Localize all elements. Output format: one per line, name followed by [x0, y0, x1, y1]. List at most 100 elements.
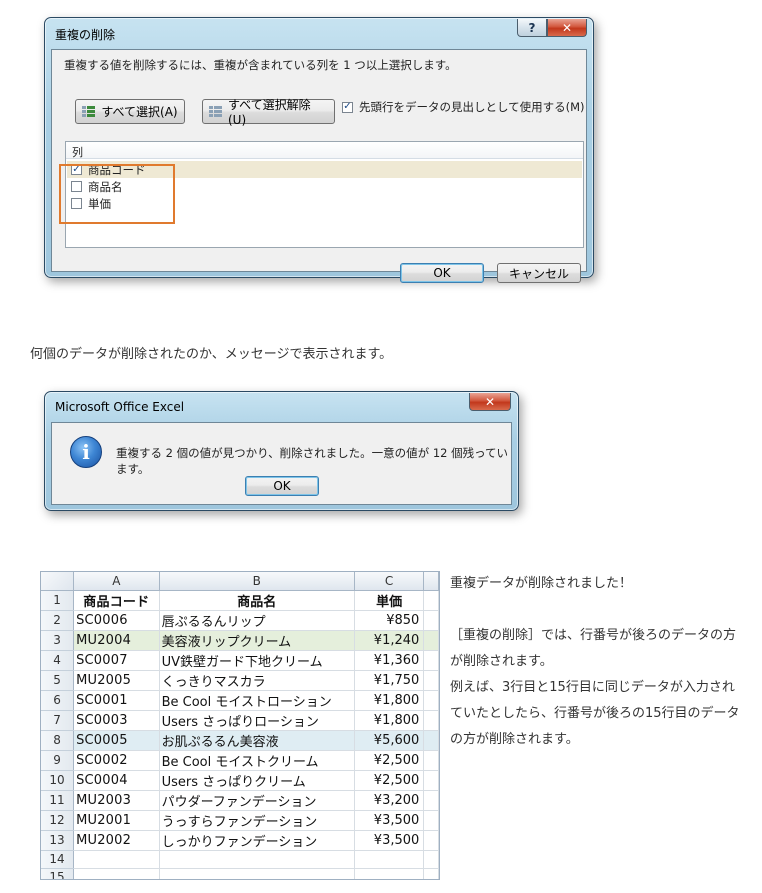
column-label: 単価 [88, 196, 111, 211]
cell-product-code[interactable]: MU2005 [73, 670, 160, 691]
cell-unit-price[interactable] [354, 868, 425, 879]
cell-product-code[interactable]: SC0007 [73, 650, 160, 671]
cell-product-code[interactable]: SC0004 [73, 770, 160, 791]
column-item-product-name[interactable]: 商品名 [67, 178, 582, 195]
cell-unit-price[interactable] [354, 850, 425, 869]
row-header[interactable]: 13 [41, 830, 75, 851]
header-row-checkbox[interactable]: ✓ [342, 101, 353, 113]
cell-empty[interactable] [423, 850, 439, 869]
cell-product-name[interactable]: パウダーファンデーション [159, 790, 355, 811]
row-header[interactable]: 11 [41, 790, 75, 811]
column-item-unit-price[interactable]: 単価 [67, 195, 582, 212]
ok-button[interactable]: OK [400, 263, 484, 283]
column-header-b[interactable]: B [159, 572, 355, 591]
cell-empty[interactable] [423, 770, 439, 791]
cell-product-name[interactable]: Users さっぱりクリーム [159, 770, 355, 791]
row-header[interactable]: 9 [41, 750, 75, 771]
dialog-body: 重複する値を削除するには、重複が含まれている列を 1 つ以上選択します。 すべて… [51, 49, 587, 283]
cell-product-name[interactable]: Be Cool モイストローション [159, 690, 355, 711]
cell-empty[interactable] [423, 868, 439, 879]
cell-unit-price[interactable]: ¥3,500 [354, 830, 425, 851]
cell-product-name[interactable]: Users さっぱりローション [159, 710, 355, 731]
cell-unit-price[interactable]: ¥1,360 [354, 650, 425, 671]
cell-unit-price[interactable]: ¥3,200 [354, 790, 425, 811]
column-checkbox-unit-price[interactable] [71, 198, 82, 209]
cell-product-code[interactable]: MU2002 [73, 830, 160, 851]
header-row-option[interactable]: ✓ 先頭行をデータの見出しとして使用する(M) [342, 99, 585, 115]
cell-product-name[interactable] [159, 868, 355, 879]
row-header[interactable]: 5 [41, 670, 75, 691]
cell-product-name[interactable]: 唇ぷるるんリップ [159, 610, 355, 631]
cell-product-code[interactable]: MU2003 [73, 790, 160, 811]
cell-product-code[interactable] [73, 850, 160, 869]
row-header[interactable]: 15 [41, 868, 75, 879]
cancel-button[interactable]: キャンセル [497, 263, 581, 283]
close-button[interactable]: ✕ [469, 393, 511, 411]
select-all-corner[interactable] [41, 572, 75, 591]
cell-empty[interactable] [423, 690, 439, 711]
cell-product-name[interactable]: 美容液リップクリーム [159, 630, 355, 651]
cell-product-code[interactable]: SC0001 [73, 690, 160, 711]
cell-empty[interactable] [423, 810, 439, 831]
select-all-button[interactable]: すべて選択(A) [75, 99, 185, 124]
cell-product-code[interactable]: MU2004 [73, 630, 160, 651]
column-header-c[interactable]: C [354, 572, 425, 591]
close-button[interactable]: ✕ [547, 19, 587, 37]
cell-empty[interactable] [423, 630, 439, 651]
column-checkbox-product-code[interactable]: ✓ [71, 164, 82, 175]
ok-button[interactable]: OK [245, 476, 319, 496]
cell-product-name[interactable]: UV鉄壁ガード下地クリーム [159, 650, 355, 671]
column-item-product-code[interactable]: ✓ 商品コード [67, 161, 582, 178]
row-header[interactable]: 4 [41, 650, 75, 671]
cell-unit-price[interactable]: ¥1,800 [354, 710, 425, 731]
cell-product-name[interactable]: くっきりマスカラ [159, 670, 355, 691]
cell-unit-price[interactable]: 単価 [354, 590, 425, 611]
row-header[interactable]: 2 [41, 610, 75, 631]
row-header[interactable]: 12 [41, 810, 75, 831]
cell-empty[interactable] [423, 590, 439, 611]
select-all-label: すべて選択(A) [101, 105, 178, 119]
cell-unit-price[interactable]: ¥2,500 [354, 770, 425, 791]
cell-unit-price[interactable]: ¥1,240 [354, 630, 425, 651]
cell-product-name[interactable]: しっかりファンデーション [159, 830, 355, 851]
cell-product-name[interactable]: お肌ぷるるん美容液 [159, 730, 355, 751]
select-all-icon [82, 106, 96, 117]
unselect-all-button[interactable]: すべて選択解除(U) [202, 98, 335, 127]
cell-product-code[interactable]: SC0006 [73, 610, 160, 631]
column-header-d[interactable] [423, 572, 439, 591]
cell-unit-price[interactable]: ¥3,500 [354, 810, 425, 831]
cell-unit-price[interactable]: ¥1,800 [354, 690, 425, 711]
cell-empty[interactable] [423, 790, 439, 811]
row-header[interactable]: 1 [41, 590, 75, 611]
cell-product-code[interactable] [73, 868, 160, 879]
cell-product-code[interactable]: SC0005 [73, 730, 160, 751]
cell-product-name[interactable]: うっすらファンデーション [159, 810, 355, 831]
cell-unit-price[interactable]: ¥5,600 [354, 730, 425, 751]
row-header[interactable]: 8 [41, 730, 75, 751]
row-header[interactable]: 14 [41, 850, 75, 869]
cell-empty[interactable] [423, 670, 439, 691]
column-header-a[interactable]: A [73, 572, 160, 591]
cell-empty[interactable] [423, 710, 439, 731]
cell-unit-price[interactable]: ¥850 [354, 610, 425, 631]
row-header[interactable]: 3 [41, 630, 75, 651]
cell-empty[interactable] [423, 650, 439, 671]
cell-product-code[interactable]: SC0003 [73, 710, 160, 731]
cell-empty[interactable] [423, 830, 439, 851]
cell-empty[interactable] [423, 730, 439, 751]
help-button[interactable]: ? [517, 19, 547, 37]
cell-product-name[interactable]: 商品名 [159, 590, 355, 611]
row-header[interactable]: 7 [41, 710, 75, 731]
row-header[interactable]: 6 [41, 690, 75, 711]
cell-empty[interactable] [423, 750, 439, 771]
column-checkbox-product-name[interactable] [71, 181, 82, 192]
cell-product-name[interactable]: Be Cool モイストクリーム [159, 750, 355, 771]
cell-product-code[interactable]: 商品コード [73, 590, 160, 611]
cell-empty[interactable] [423, 610, 439, 631]
cell-unit-price[interactable]: ¥1,750 [354, 670, 425, 691]
cell-product-code[interactable]: MU2001 [73, 810, 160, 831]
cell-unit-price[interactable]: ¥2,500 [354, 750, 425, 771]
cell-product-name[interactable] [159, 850, 355, 869]
cell-product-code[interactable]: SC0002 [73, 750, 160, 771]
row-header[interactable]: 10 [41, 770, 75, 791]
